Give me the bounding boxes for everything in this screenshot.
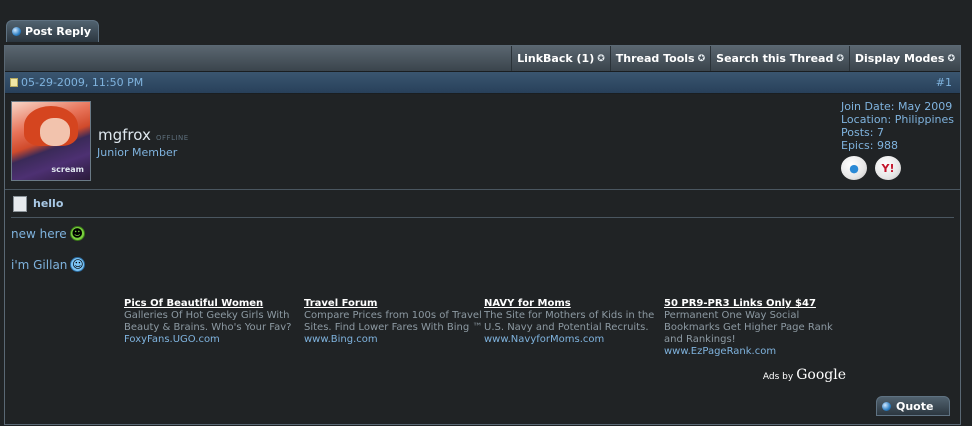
- linkback-label: LinkBack (1): [517, 52, 595, 65]
- ad-text: Galleries Of Hot Geeky Girls With Beauty…: [124, 310, 292, 333]
- ad-item: Pics Of Beautiful Women Galleries Of Hot…: [124, 298, 304, 358]
- ad-title-link[interactable]: 50 PR9-PR3 Links Only $47: [664, 298, 844, 310]
- ads-by-google[interactable]: Ads by Google: [763, 367, 846, 383]
- thread-toolbar: LinkBack (1) ✪ Thread Tools ✪ Search thi…: [5, 46, 960, 72]
- ad-block: Pics Of Beautiful Women Galleries Of Hot…: [124, 298, 844, 358]
- im-icons: ● Y!: [841, 156, 954, 180]
- dropdown-arrow-icon: ✪: [836, 53, 844, 64]
- forum-post: LinkBack (1) ✪ Thread Tools ✪ Search thi…: [4, 45, 961, 425]
- online-status: OFFLINE: [156, 134, 189, 142]
- smile-smiley-icon: ☺: [70, 257, 86, 272]
- post-status-icon: [10, 78, 18, 87]
- linkback-menu[interactable]: LinkBack (1) ✪: [511, 46, 610, 71]
- search-thread-label: Search this Thread: [716, 52, 834, 65]
- dropdown-arrow-icon: ✪: [597, 53, 605, 64]
- join-date: Join Date: May 2009: [841, 100, 953, 113]
- ad-url-link[interactable]: www.NavyforMoms.com: [484, 334, 664, 346]
- user-meta: Join Date: May 2009 Location: Philippine…: [841, 100, 954, 180]
- post-reply-button[interactable]: Post Reply: [6, 20, 99, 42]
- ad-url-link[interactable]: www.Bing.com: [304, 334, 484, 346]
- display-modes-label: Display Modes: [854, 52, 945, 65]
- post-count: Posts: 7: [841, 126, 884, 139]
- dropdown-arrow-icon: ✪: [947, 53, 955, 64]
- post-number-link[interactable]: #1: [936, 76, 952, 89]
- bullet-icon: [882, 401, 891, 411]
- ad-item: Travel Forum Compare Prices from 100s of…: [304, 298, 484, 358]
- message-line: i'm Gillan ☺: [11, 257, 954, 272]
- post-title: hello: [33, 197, 64, 210]
- post-body: hello new here ☻ i'm Gillan ☺: [5, 190, 960, 272]
- bullet-icon: [12, 27, 21, 36]
- thread-tools-menu[interactable]: Thread Tools ✪: [609, 46, 710, 71]
- avatar[interactable]: scream: [11, 101, 91, 181]
- ad-url-link[interactable]: www.EzPageRank.com: [664, 346, 844, 358]
- avatar-face: [40, 118, 70, 146]
- post-date-bar: 05-29-2009, 11:50 PM #1: [5, 72, 960, 94]
- post-reply-label: Post Reply: [25, 25, 91, 38]
- display-modes-menu[interactable]: Display Modes ✪: [848, 46, 960, 71]
- avatar-caption: scream: [51, 165, 84, 174]
- search-thread-menu[interactable]: Search this Thread ✪: [710, 46, 849, 71]
- msn-icon[interactable]: ●: [841, 156, 867, 180]
- user-info: scream mgfrox OFFLINE Junior Member Join…: [5, 94, 960, 190]
- location: Location: Philippines: [841, 113, 954, 126]
- ad-text: Permanent One Way Social Bookmarks Get H…: [664, 310, 833, 345]
- ad-title-link[interactable]: Travel Forum: [304, 298, 484, 310]
- message-text: i'm Gillan: [11, 257, 68, 272]
- message-text: new here: [11, 226, 67, 241]
- ad-url-link[interactable]: FoxyFans.UGO.com: [124, 334, 304, 346]
- yahoo-icon[interactable]: Y!: [875, 156, 901, 180]
- post-date: 05-29-2009, 11:50 PM: [21, 76, 144, 89]
- google-logo: Google: [796, 367, 846, 383]
- message-line: new here ☻: [11, 226, 954, 241]
- username[interactable]: mgfrox: [98, 126, 151, 144]
- grin-smiley-icon: ☻: [69, 226, 85, 241]
- thread-tools-label: Thread Tools: [615, 52, 695, 65]
- ad-text: The Site for Mothers of Kids in the U.S.…: [484, 310, 655, 333]
- quote-button[interactable]: Quote: [876, 396, 950, 416]
- document-icon: [13, 195, 27, 212]
- quote-label: Quote: [896, 399, 934, 413]
- ads-by-label: Ads by: [762, 372, 794, 382]
- ad-item: NAVY for Moms The Site for Mothers of Ki…: [484, 298, 664, 358]
- ad-title-link[interactable]: NAVY for Moms: [484, 298, 664, 310]
- epics-count: Epics: 988: [841, 139, 898, 152]
- ad-text: Compare Prices from 100s of Travel Sites…: [304, 310, 483, 333]
- ad-item: 50 PR9-PR3 Links Only $47 Permanent One …: [664, 298, 844, 358]
- user-rank: Junior Member: [97, 146, 178, 159]
- ad-title-link[interactable]: Pics Of Beautiful Women: [124, 298, 304, 310]
- post-title-row: hello: [11, 190, 954, 218]
- dropdown-arrow-icon: ✪: [697, 53, 706, 64]
